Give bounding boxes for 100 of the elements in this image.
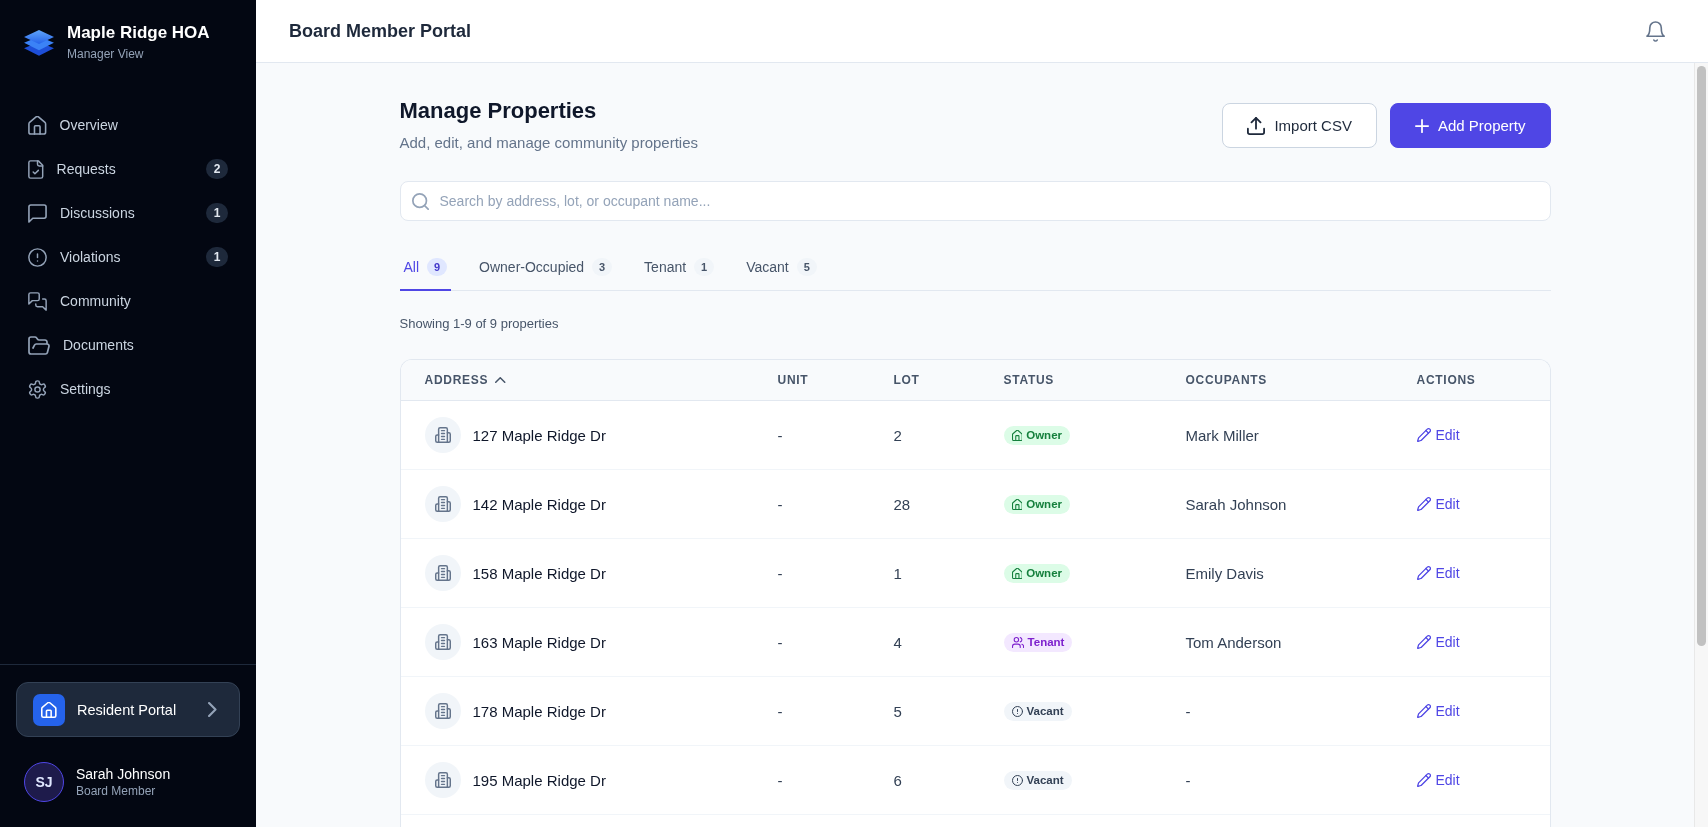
add-button[interactable]: Add Property — [1389, 103, 1551, 148]
nav-item[interactable]: Discussions 1 — [16, 193, 240, 233]
pencil-icon — [1416, 635, 1431, 649]
nav-item[interactable]: Documents — [16, 325, 240, 365]
home-icon — [33, 693, 65, 726]
filter-tab[interactable]: Owner-Occupied 3 — [475, 247, 617, 291]
alert-circle-icon — [28, 247, 47, 267]
column-header: OCCUPANTS — [1185, 373, 1268, 387]
pencil-icon — [1416, 428, 1431, 442]
edit-link[interactable]: Edit — [1416, 703, 1460, 719]
address-text: 178 Maple Ridge Dr — [472, 702, 606, 720]
nav-item[interactable]: Violations 1 — [16, 237, 240, 277]
resident-portal-button[interactable]: Resident Portal — [16, 682, 240, 737]
search-field[interactable]: Search by address, lot, or occupant name... — [399, 181, 1551, 221]
status-label: Vacant — [1026, 774, 1064, 786]
count-badge: 1 — [206, 247, 228, 267]
lot-text: 1 — [893, 564, 902, 582]
nav-item[interactable]: Overview — [16, 105, 240, 145]
lot-text: 4 — [893, 633, 902, 651]
count-badge: 2 — [206, 159, 228, 179]
chat-bubble-icon — [28, 203, 47, 223]
user-name: Sarah Johnson — [76, 765, 171, 783]
lot-text: 6 — [893, 771, 902, 789]
filter-tab[interactable]: Tenant 1 — [640, 247, 719, 291]
edit-link[interactable]: Edit — [1416, 496, 1460, 512]
sort-caret-icon[interactable] — [495, 377, 506, 383]
building-icon — [424, 762, 461, 798]
lot-text: 2 — [893, 426, 902, 444]
alert-circle-icon — [1011, 705, 1023, 717]
count-badge: 1 — [206, 203, 228, 223]
filter-tab[interactable]: Vacant 5 — [742, 247, 821, 291]
column-header: ADDRESS — [424, 373, 489, 387]
avatar: SJ — [24, 762, 64, 802]
count-badge: 9 — [427, 258, 448, 276]
occupant-name: - — [1185, 702, 1191, 720]
home-icon — [1011, 429, 1023, 441]
status-label: Tenant — [1027, 636, 1065, 648]
building-icon — [424, 486, 461, 522]
scrollbar-thumb[interactable] — [1697, 66, 1706, 646]
status-label: Owner — [1026, 498, 1062, 510]
import-button[interactable]: Import CSV — [1222, 103, 1377, 148]
bell-icon[interactable] — [1645, 20, 1665, 42]
nav-item[interactable]: Community — [16, 281, 240, 321]
unit-text: - — [777, 495, 783, 513]
occupant-name: - — [1185, 771, 1191, 789]
address-text: 195 Maple Ridge Dr — [472, 771, 606, 789]
unit-text: - — [777, 633, 783, 651]
building-icon — [424, 417, 461, 453]
unit-text: - — [777, 771, 783, 789]
count-badge: 1 — [694, 258, 715, 276]
status-label: Owner — [1026, 429, 1062, 441]
alert-circle-icon — [1011, 774, 1023, 786]
chevron-right-icon — [208, 702, 217, 717]
chat-bubbles-icon — [28, 291, 47, 311]
status-label: Vacant — [1026, 705, 1064, 717]
scrollbar-track[interactable] — [1694, 63, 1708, 827]
page-title: Manage Properties — [399, 97, 598, 125]
unit-text: - — [777, 702, 783, 720]
pencil-icon — [1416, 566, 1431, 580]
building-icon — [424, 555, 461, 591]
column-header: LOT — [893, 373, 920, 387]
address-text: 163 Maple Ridge Dr — [472, 633, 606, 651]
nav-item[interactable]: Settings — [16, 369, 240, 409]
header-title: Board Member Portal — [289, 20, 472, 42]
pencil-icon — [1416, 773, 1431, 787]
address-text: 142 Maple Ridge Dr — [472, 495, 606, 513]
occupant-name: Mark Miller — [1185, 426, 1259, 444]
user-role: Board Member — [76, 783, 157, 799]
settings-icon — [28, 379, 47, 399]
status-label: Owner — [1026, 567, 1062, 579]
count-badge: 5 — [796, 258, 817, 276]
folder-icon — [28, 335, 50, 355]
column-header: ACTIONS — [1416, 373, 1476, 387]
result-summary: Showing 1-9 of 9 properties — [399, 315, 560, 333]
edit-link[interactable]: Edit — [1416, 565, 1460, 581]
upload-icon — [1247, 116, 1266, 135]
document-check-icon — [28, 159, 44, 179]
brand-title: Maple Ridge HOA — [67, 23, 210, 43]
lot-text: 28 — [893, 495, 911, 513]
address-text: 158 Maple Ridge Dr — [472, 564, 606, 582]
edit-link[interactable]: Edit — [1416, 634, 1460, 650]
nav-item[interactable]: Requests 2 — [16, 149, 240, 189]
lot-text: 5 — [893, 702, 902, 720]
edit-link[interactable]: Edit — [1416, 427, 1460, 443]
search-icon — [411, 192, 429, 210]
brand-subtitle: Manager View — [67, 46, 145, 62]
home-icon — [1011, 498, 1023, 510]
pencil-icon — [1416, 704, 1431, 718]
unit-text: - — [777, 426, 783, 444]
occupant-name: Sarah Johnson — [1185, 495, 1287, 513]
plus-icon — [1414, 118, 1429, 133]
count-badge: 3 — [592, 258, 613, 276]
filter-tab[interactable]: All 9 — [399, 247, 452, 291]
column-header: UNIT — [777, 373, 809, 387]
pencil-icon — [1416, 497, 1431, 511]
stacked-layers-logo-icon — [23, 28, 55, 57]
address-text: 127 Maple Ridge Dr — [472, 426, 606, 444]
edit-link[interactable]: Edit — [1416, 772, 1460, 788]
page-subtitle: Add, edit, and manage community properties — [399, 133, 698, 153]
home-icon — [28, 115, 47, 135]
